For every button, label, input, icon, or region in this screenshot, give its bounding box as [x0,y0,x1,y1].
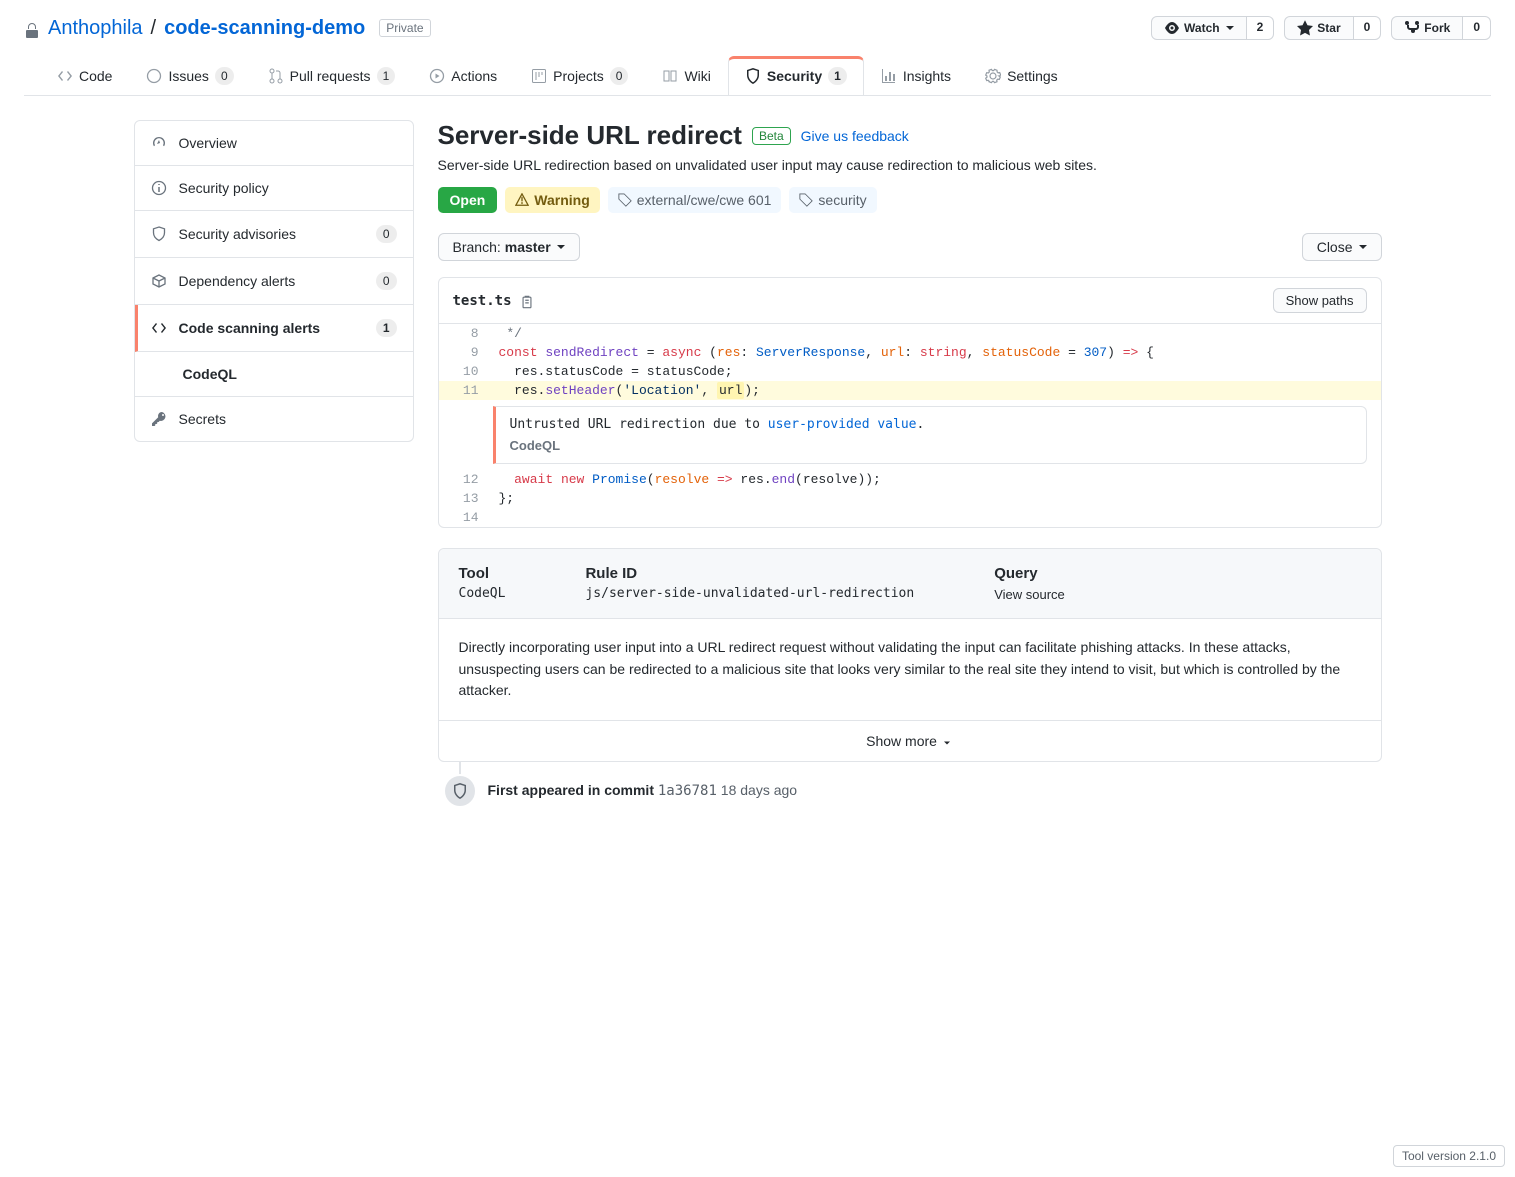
book-icon [662,68,678,84]
fork-count[interactable]: 0 [1463,16,1491,40]
star-button[interactable]: Star [1284,16,1353,40]
clipboard-icon[interactable] [520,293,534,309]
code-annotation: Untrusted URL redirection due to user-pr… [493,406,1367,464]
shield-icon [443,774,477,808]
code-icon [57,68,73,84]
tab-issues[interactable]: Issues0 [129,56,250,95]
sidebar-advisories[interactable]: Security advisories 0 [135,211,413,258]
chevron-down-icon [941,737,953,749]
timeline-item: First appeared in commit 1a36781 18 days… [468,782,1382,799]
tag-icon [799,193,813,207]
sidebar-scanning-codeql[interactable]: CodeQL [135,352,413,397]
show-paths-button[interactable]: Show paths [1273,288,1367,313]
info-icon [151,180,167,196]
graph-icon [881,68,897,84]
shield-icon [151,226,167,242]
alert-description: Server-side URL redirection based on unv… [438,157,1382,173]
info-query: Query View source [994,565,1065,602]
sidebar-scanning[interactable]: Code scanning alerts 1 [135,305,413,352]
eye-icon [1164,20,1180,36]
code-scan-icon [151,320,167,336]
tag-icon [618,193,632,207]
repo-title: Anthophila / code-scanning-demo Private [24,17,431,40]
watch-count[interactable]: 2 [1247,16,1275,40]
star-icon [1297,20,1313,36]
tab-pulls[interactable]: Pull requests1 [251,56,413,95]
watch-button[interactable]: Watch [1151,16,1247,40]
fork-icon [1404,20,1420,36]
feedback-link[interactable]: Give us feedback [801,128,909,144]
severity-badge: Warning [505,187,599,213]
info-rule: Rule ID js/server-side-unvalidated-url-r… [585,565,914,602]
star-count[interactable]: 0 [1354,16,1382,40]
sidebar-policy[interactable]: Security policy [135,166,413,211]
fork-button[interactable]: Fork [1391,16,1463,40]
visibility-badge: Private [379,19,430,37]
commit-link[interactable]: 1a36781 [658,783,717,799]
sidebar-overview[interactable]: Overview [135,121,413,166]
alert-icon [515,193,529,207]
info-description: Directly incorporating user input into a… [439,619,1381,721]
alert-title: Server-side URL redirect [438,120,742,151]
project-icon [531,68,547,84]
tab-actions[interactable]: Actions [412,56,514,95]
lock-icon [24,17,40,40]
state-open-badge: Open [438,187,498,213]
code-preview: test.ts Show paths 8 */ 9const sendRedir… [438,277,1382,528]
sidebar-secrets[interactable]: Secrets [135,397,413,441]
tool-version-badge: Tool version 2.1.0 [1393,1145,1505,1167]
branch-selector[interactable]: Branch: master [438,233,580,261]
meter-icon [151,135,167,151]
tab-code[interactable]: Code [40,56,129,95]
owner-link[interactable]: Anthophila [48,17,143,40]
beta-badge: Beta [752,127,791,145]
tab-projects[interactable]: Projects0 [514,56,645,95]
tab-settings[interactable]: Settings [968,56,1075,95]
sidebar-dependency[interactable]: Dependency alerts 0 [135,258,413,305]
tab-security[interactable]: Security1 [728,56,864,95]
shield-icon [745,68,761,84]
tag-security[interactable]: security [789,187,876,213]
tag-cwe[interactable]: external/cwe/cwe 601 [608,187,782,213]
close-button[interactable]: Close [1302,233,1382,261]
gear-icon [985,68,1001,84]
show-more-button[interactable]: Show more [439,721,1381,761]
annotation-link[interactable]: user-provided value [768,417,917,432]
info-tool: Tool CodeQL [459,565,506,602]
repo-link[interactable]: code-scanning-demo [164,17,365,39]
pull-icon [268,68,284,84]
package-icon [151,273,167,289]
key-icon [151,411,167,427]
issue-icon [146,68,162,84]
play-icon [429,68,445,84]
filename[interactable]: test.ts [453,293,512,309]
tab-wiki[interactable]: Wiki [645,56,727,95]
tab-insights[interactable]: Insights [864,56,968,95]
view-source-link[interactable]: View source [994,587,1065,602]
